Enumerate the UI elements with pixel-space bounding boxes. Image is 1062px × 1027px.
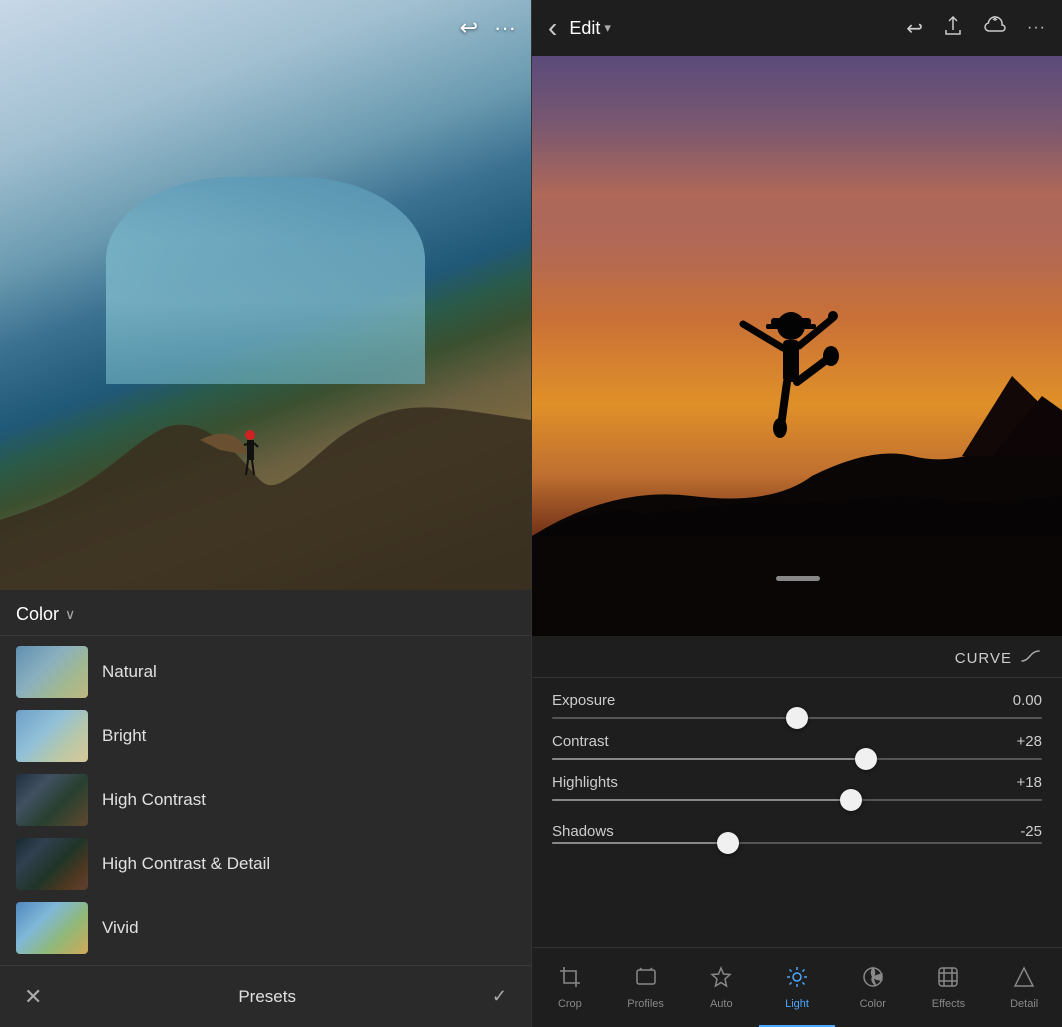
exposure-label: Exposure xyxy=(552,692,615,709)
curve-label: CURVE xyxy=(955,650,1012,667)
preset-label: Bright xyxy=(102,726,146,746)
preset-thumbnail xyxy=(16,774,88,826)
preset-thumbnail xyxy=(16,646,88,698)
edit-chevron-icon: ▾ xyxy=(604,20,611,36)
undo-icon[interactable]: ↩ xyxy=(906,16,923,41)
share-icon[interactable] xyxy=(943,16,963,41)
left-footer: ✕ Presets ✓ xyxy=(0,965,531,1027)
shadows-fill xyxy=(552,842,728,844)
left-panel: ↩ ··· Color ∨ Natural xyxy=(0,0,531,1027)
right-panel: ‹ Edit ▾ ↩ ··· xyxy=(531,0,1062,1027)
list-item[interactable]: High Contrast & Detail xyxy=(0,832,531,896)
right-header: ‹ Edit ▾ ↩ ··· xyxy=(532,0,1062,56)
contrast-slider-row: Contrast +28 xyxy=(552,733,1042,760)
shadows-row: Shadows -25 xyxy=(552,815,1042,842)
exposure-thumb[interactable] xyxy=(786,707,808,729)
confirm-button[interactable]: ✓ xyxy=(492,986,507,1007)
color-section-title: Color xyxy=(16,604,59,625)
edit-menu[interactable]: Edit ▾ xyxy=(569,18,611,39)
contrast-value: +28 xyxy=(1017,733,1042,750)
highlights-label: Highlights xyxy=(552,774,618,791)
right-photo xyxy=(532,56,1062,636)
scroll-indicator xyxy=(776,576,820,581)
highlights-thumb[interactable] xyxy=(840,789,862,811)
exposure-value: 0.00 xyxy=(1013,692,1042,709)
shadows-track[interactable] xyxy=(552,842,1042,844)
color-chevron-icon[interactable]: ∨ xyxy=(65,606,75,623)
tab-auto[interactable]: Auto xyxy=(683,948,759,1027)
profiles-icon xyxy=(635,966,657,994)
shadows-thumb[interactable] xyxy=(717,832,739,854)
undo-icon[interactable]: ↩ xyxy=(460,15,478,41)
preset-thumbnail xyxy=(16,710,88,762)
auto-label: Auto xyxy=(710,998,733,1010)
left-toolbar: ↩ ··· xyxy=(460,15,516,41)
tab-color[interactable]: Color xyxy=(835,948,911,1027)
preset-label: High Contrast xyxy=(102,790,206,810)
crop-label: Crop xyxy=(558,998,582,1010)
dancer-svg xyxy=(721,296,861,496)
preset-thumbnail xyxy=(16,902,88,954)
tab-profiles[interactable]: Profiles xyxy=(608,948,684,1027)
contrast-track[interactable] xyxy=(552,758,1042,760)
sliders-section: Exposure 0.00 Contrast +28 xyxy=(532,686,1062,947)
left-photo: ↩ ··· xyxy=(0,0,531,590)
tab-crop[interactable]: Crop xyxy=(532,948,608,1027)
contrast-label: Contrast xyxy=(552,733,609,750)
more-options-icon[interactable]: ··· xyxy=(1027,19,1046,37)
preset-thumbnail xyxy=(16,838,88,890)
highlights-slider-row: Highlights +18 xyxy=(552,774,1042,801)
adjustment-panel: CURVE Exposure 0.00 xyxy=(532,636,1062,947)
exposure-slider-row: Exposure 0.00 xyxy=(552,692,1042,719)
left-bottom: Color ∨ Natural Bright High Contrast Hig… xyxy=(0,590,531,1027)
color-header: Color ∨ xyxy=(0,590,531,635)
back-button[interactable]: ‹ xyxy=(548,12,557,44)
tab-light[interactable]: Light xyxy=(759,948,835,1027)
contrast-fill xyxy=(552,758,866,760)
header-icons: ↩ ··· xyxy=(906,15,1046,41)
presets-label: Presets xyxy=(238,987,296,1007)
water-area xyxy=(106,177,425,384)
light-label: Light xyxy=(785,998,809,1010)
highlights-value: +18 xyxy=(1017,774,1042,791)
highlights-track[interactable] xyxy=(552,799,1042,801)
detail-label: Detail xyxy=(1010,998,1038,1010)
shadows-value: -25 xyxy=(1020,823,1042,840)
effects-label: Effects xyxy=(932,998,965,1010)
color-icon xyxy=(862,966,884,994)
more-icon[interactable]: ··· xyxy=(494,15,516,41)
shadows-label: Shadows xyxy=(552,823,614,840)
preset-label: High Contrast & Detail xyxy=(102,854,270,874)
edit-title: Edit xyxy=(569,18,600,39)
cloud-icon[interactable] xyxy=(983,15,1007,41)
list-item[interactable]: Bright xyxy=(0,704,531,768)
auto-icon xyxy=(710,966,732,994)
bottom-tabs: Crop Profiles Auto xyxy=(532,947,1062,1027)
list-item[interactable]: Vivid xyxy=(0,896,531,960)
preset-label: Vivid xyxy=(102,918,139,938)
exposure-track[interactable] xyxy=(552,717,1042,719)
separator xyxy=(0,635,531,636)
color-tab-label: Color xyxy=(860,998,886,1010)
tab-effects[interactable]: Effects xyxy=(911,948,987,1027)
highlights-fill xyxy=(552,799,851,801)
detail-icon xyxy=(1013,966,1035,994)
curve-icon[interactable] xyxy=(1020,648,1042,669)
list-item[interactable]: Natural xyxy=(0,640,531,704)
crop-icon xyxy=(559,966,581,994)
contrast-thumb[interactable] xyxy=(855,748,877,770)
preset-list: Natural Bright High Contrast High Contra… xyxy=(0,640,531,965)
effects-icon xyxy=(937,966,959,994)
curve-header: CURVE xyxy=(532,636,1062,677)
divider xyxy=(532,677,1062,678)
light-icon xyxy=(786,966,808,994)
list-item[interactable]: High Contrast xyxy=(0,768,531,832)
tab-detail[interactable]: Detail xyxy=(986,948,1062,1027)
cancel-button[interactable]: ✕ xyxy=(24,984,42,1010)
profiles-label: Profiles xyxy=(627,998,664,1010)
preset-label: Natural xyxy=(102,662,157,682)
